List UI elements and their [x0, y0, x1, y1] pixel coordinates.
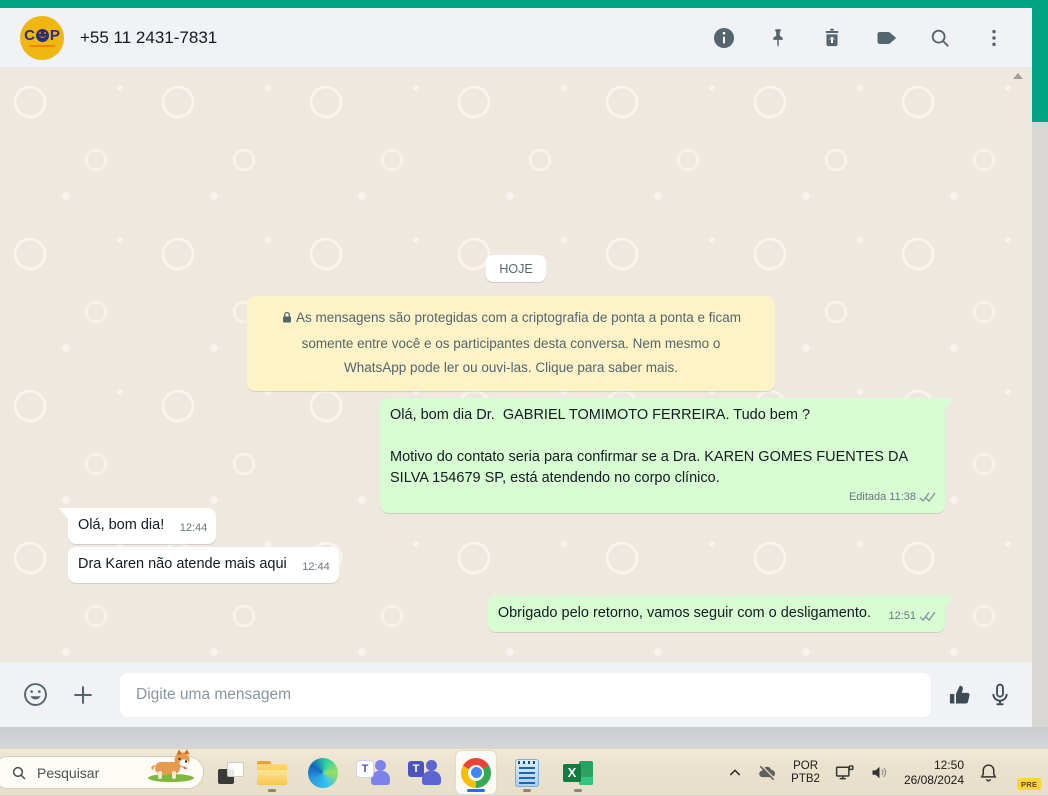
thumbs-up-icon[interactable]: [945, 680, 975, 710]
double-check-icon: [919, 492, 936, 503]
chrome-icon: [461, 757, 491, 788]
message-time: 12:44: [302, 561, 330, 573]
chrome-button[interactable]: [456, 751, 496, 794]
notepad-icon: [515, 758, 539, 787]
pin-icon[interactable]: [766, 26, 790, 50]
teams-work-button[interactable]: T: [405, 751, 445, 794]
search-icon[interactable]: [928, 26, 952, 50]
file-explorer-icon: [257, 760, 287, 785]
running-indicator: [523, 789, 531, 792]
emoji-icon[interactable]: [20, 680, 50, 710]
contact-phone-number[interactable]: +55 11 2431-7831: [80, 28, 217, 48]
tray-chevron-up-icon[interactable]: [727, 765, 743, 781]
task-view-button[interactable]: [218, 762, 244, 784]
message-time: 11:38: [889, 491, 916, 503]
notepad-button[interactable]: [507, 751, 547, 794]
window-bottom-strip: [0, 727, 1048, 748]
message-text: Obrigado pelo retorno, vamos seguir com …: [497, 605, 871, 621]
message-bubble-outgoing[interactable]: Olá, bom dia Dr. GABRIEL TOMIMOTO FERREI…: [380, 398, 954, 513]
encryption-notice[interactable]: As mensagens são protegidas com a cripto…: [247, 296, 775, 391]
edge-icon: [308, 757, 338, 788]
language-indicator[interactable]: POR PTB2: [791, 760, 820, 786]
taskbar-apps: T T X: [252, 751, 598, 794]
app-frame-top-strip: [0, 0, 1048, 8]
running-indicator: [268, 789, 276, 792]
message-time: 12:51: [888, 610, 916, 622]
excel-button[interactable]: X: [558, 751, 598, 794]
avatar-smiley-icon: [35, 29, 49, 42]
message-bubble-incoming[interactable]: Dra Karen não atende mais aqui 12:44: [68, 547, 339, 583]
excel-icon: X: [563, 759, 593, 787]
message-input[interactable]: [120, 672, 931, 717]
notifications-bell-icon[interactable]: [978, 762, 999, 783]
label-icon[interactable]: [874, 26, 898, 50]
encryption-notice-text: As mensagens são protegidas com a cripto…: [295, 310, 741, 375]
teams-icon: T: [357, 758, 391, 788]
search-dog-image: [143, 749, 197, 787]
clock-date: 26/08/2024: [903, 772, 964, 787]
message-time: 12:44: [179, 522, 208, 534]
copilot-preview-button[interactable]: PRE: [1013, 759, 1042, 790]
active-indicator: [467, 789, 485, 792]
windows-taskbar: Pesquisar T T X POR PTB2 12:50 26/08/202…: [0, 748, 1048, 795]
file-explorer-button[interactable]: [252, 751, 292, 794]
microphone-icon[interactable]: [985, 680, 1015, 710]
teams-work-icon: T: [408, 758, 442, 788]
search-label: Pesquisar: [37, 764, 100, 781]
system-tray: POR PTB2 12:50 26/08/2024 PRE: [727, 749, 1042, 796]
copilot-preview-badge: PRE: [1017, 778, 1042, 790]
app-frame-right-strip: [1032, 8, 1048, 122]
edited-label: Editada: [848, 491, 887, 503]
header-actions: [712, 26, 1006, 50]
menu-kebab-icon[interactable]: [982, 26, 1006, 50]
clock-datetime[interactable]: 12:50 26/08/2024: [904, 758, 964, 788]
scroll-up-arrow[interactable]: [1013, 73, 1023, 79]
trash-restore-icon[interactable]: [820, 26, 844, 50]
teams-button[interactable]: T: [354, 751, 394, 794]
edge-button[interactable]: [303, 751, 343, 794]
volume-icon[interactable]: [869, 762, 890, 783]
display-connect-icon[interactable]: [834, 762, 855, 783]
clock-time: 12:50: [933, 757, 964, 772]
whatsapp-window: C P +55 11 2431-7831 HOJE As mensagens s…: [0, 8, 1032, 727]
double-check-icon: [919, 611, 936, 622]
info-icon[interactable]: [712, 26, 736, 50]
avatar-tagline: [29, 44, 55, 47]
message-text: Motivo do contato seria para confirmar s…: [390, 449, 912, 486]
taskbar-search-box[interactable]: Pesquisar: [0, 749, 204, 789]
message-bubble-outgoing[interactable]: Obrigado pelo retorno, vamos seguir com …: [487, 596, 955, 632]
running-indicator: [574, 789, 582, 792]
message-composer: [0, 662, 1032, 727]
message-text: Olá, bom dia Dr. GABRIEL TOMIMOTO FERREI…: [390, 407, 811, 423]
message-text: Dra Karen não atende mais aqui: [78, 556, 287, 572]
chat-header: C P +55 11 2431-7831: [0, 8, 1032, 68]
attach-plus-icon[interactable]: [68, 680, 98, 710]
lock-icon: [281, 308, 293, 332]
avatar-letter-c: C: [24, 26, 35, 44]
contact-avatar[interactable]: C P: [20, 15, 64, 60]
search-icon: [12, 766, 26, 780]
message-bubble-incoming[interactable]: Olá, bom dia! 12:44: [58, 508, 217, 544]
onedrive-paused-icon[interactable]: [757, 763, 777, 783]
date-chip: HOJE: [485, 255, 547, 282]
avatar-letter-p: P: [49, 26, 60, 44]
message-text: Olá, bom dia!: [78, 517, 165, 533]
desktop-right-strip: [1032, 122, 1048, 748]
conversation-area: HOJE As mensagens são protegidas com a c…: [0, 68, 1032, 662]
